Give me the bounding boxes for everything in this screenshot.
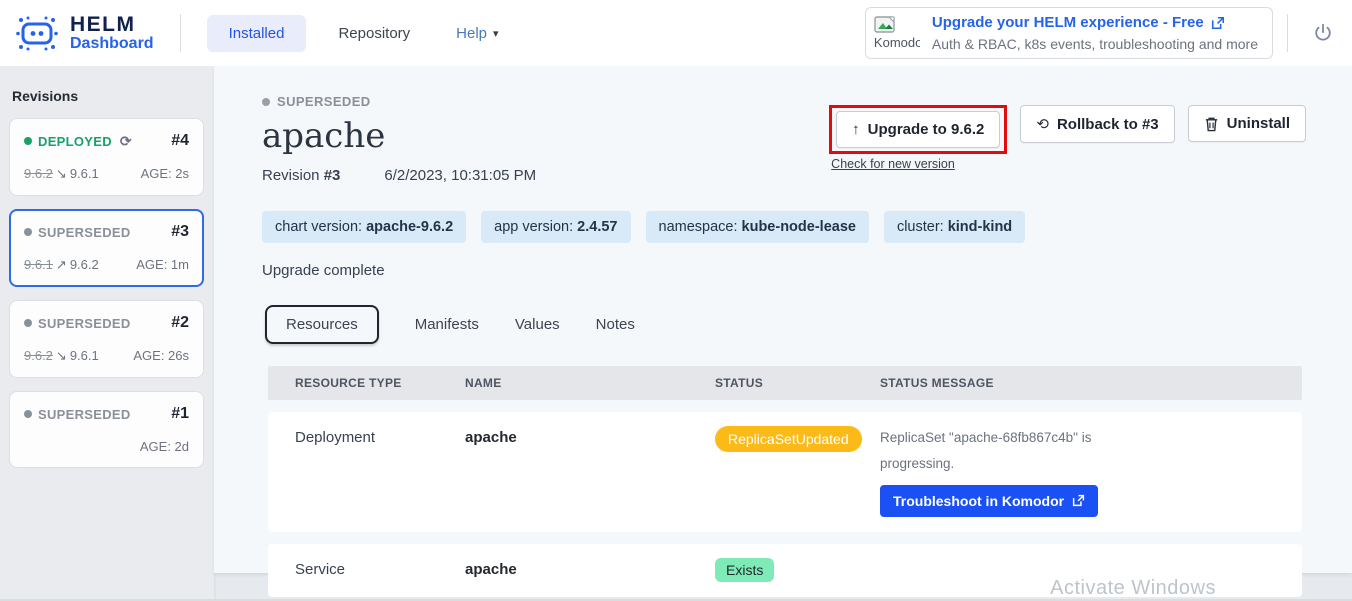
col-header-name: NAME <box>465 376 715 390</box>
trend-down-icon: ↘ <box>56 348 67 363</box>
upgrade-arrow-icon: ↑ <box>852 121 860 138</box>
troubleshoot-komodor-button[interactable]: Troubleshoot in Komodor <box>880 485 1098 517</box>
revision-versions: 9.6.2↘9.6.1 <box>24 166 99 182</box>
revision-number: #4 <box>171 132 189 150</box>
upgrade-highlight-annotation: ↑ Upgrade to 9.6.2 <box>829 105 1007 154</box>
main-nav: Installed Repository Help ▾ <box>207 15 513 52</box>
revision-number: #1 <box>171 405 189 423</box>
top-navigation-bar: HELM Dashboard Installed Repository Help… <box>0 0 1352 66</box>
revision-age: AGE: 1m <box>136 257 189 273</box>
revisions-heading: Revisions <box>12 88 204 104</box>
revision-versions: 9.6.1↗9.6.2 <box>24 257 99 273</box>
release-detail-panel: SUPERSEDED apache Revision #3 6/2/2023, … <box>214 66 1352 573</box>
table-header-row: RESOURCE TYPE NAME STATUS STATUS MESSAGE <box>268 366 1302 400</box>
detail-tabs: Resources Manifests Values Notes <box>265 305 1306 344</box>
revision-status: SUPERSEDED <box>24 316 131 331</box>
upgrade-button[interactable]: ↑ Upgrade to 9.6.2 <box>836 111 1000 148</box>
status-badge: ReplicaSetUpdated <box>715 426 862 452</box>
revision-status: SUPERSEDED <box>24 407 131 422</box>
nav-tab-repository[interactable]: Repository <box>316 15 432 52</box>
helm-logo-icon <box>14 13 60 53</box>
check-new-version-link[interactable]: Check for new version <box>831 157 1007 171</box>
tab-resources[interactable]: Resources <box>265 305 379 344</box>
refresh-icon: ⟳ <box>120 133 132 150</box>
activate-windows-watermark: Activate Windows <box>1050 577 1216 600</box>
trash-icon <box>1204 116 1219 132</box>
revision-number: #2 <box>171 314 189 332</box>
status-dot-icon <box>24 228 32 236</box>
table-row-deployment: Deployment apache ReplicaSetUpdated Repl… <box>268 412 1302 532</box>
komodor-promo-banner[interactable]: Komodor Upgrade your HELM experience - F… <box>865 7 1273 59</box>
revision-number: #3 <box>171 223 189 241</box>
tab-manifests[interactable]: Manifests <box>415 316 479 333</box>
revision-versions: 9.6.2↘9.6.1 <box>24 348 99 364</box>
trend-down-icon: ↘ <box>56 166 67 181</box>
release-description: Upgrade complete <box>262 262 1306 279</box>
rollback-button[interactable]: ⟲ Rollback to #3 <box>1020 105 1174 143</box>
chevron-down-icon: ▾ <box>493 27 499 40</box>
banner-subtitle: Auth & RBAC, k8s events, troubleshooting… <box>932 34 1258 54</box>
trend-up-icon: ↗ <box>56 257 67 272</box>
resource-type-cell: Service <box>295 561 465 578</box>
power-icon <box>1312 22 1334 44</box>
nav-tab-installed[interactable]: Installed <box>207 15 307 52</box>
release-meta-badges: chart version: apache-9.6.2 app version:… <box>262 211 1306 243</box>
header-divider <box>180 14 181 52</box>
status-message-line2: progressing. <box>880 451 1302 477</box>
cluster-badge: cluster: kind-kind <box>884 211 1025 243</box>
komodor-alt-text: Komodor <box>874 35 920 51</box>
resource-type-cell: Deployment <box>295 429 465 446</box>
col-header-status: STATUS <box>715 376 880 390</box>
revision-date: 6/2/2023, 10:31:05 PM <box>384 167 536 184</box>
status-message-line1: ReplicaSet "apache-68fb867c4b" is <box>880 425 1302 451</box>
status-dot-icon <box>24 410 32 418</box>
resource-message-cell: ReplicaSet "apache-68fb867c4b" is progre… <box>880 429 1302 517</box>
resources-table: RESOURCE TYPE NAME STATUS STATUS MESSAGE… <box>268 366 1302 597</box>
external-link-icon <box>1072 494 1085 507</box>
revision-age: AGE: 26s <box>133 348 189 364</box>
col-header-status-message: STATUS MESSAGE <box>880 376 1302 390</box>
header-divider-2 <box>1287 14 1288 52</box>
tab-notes[interactable]: Notes <box>596 316 635 333</box>
resource-name-cell: apache <box>465 561 715 578</box>
logo-title: HELM <box>70 14 154 36</box>
status-dot-icon <box>262 98 270 106</box>
rollback-icon: ⟲ <box>1036 115 1049 133</box>
help-label: Help <box>456 25 487 42</box>
revision-age: AGE: 2s <box>141 166 189 182</box>
revision-card-4[interactable]: DEPLOYED ⟳ #4 9.6.2↘9.6.1 AGE: 2s <box>9 118 204 196</box>
namespace-badge: namespace: kube-node-lease <box>646 211 869 243</box>
helm-dashboard-logo[interactable]: HELM Dashboard <box>14 13 154 53</box>
status-dot-icon <box>24 137 32 145</box>
uninstall-button[interactable]: Uninstall <box>1188 105 1306 142</box>
revision-status: SUPERSEDED <box>24 225 131 240</box>
power-shutdown-button[interactable] <box>1312 22 1334 44</box>
revisions-sidebar: Revisions DEPLOYED ⟳ #4 9.6.2↘9.6.1 AGE:… <box>0 66 214 601</box>
resource-status-cell: ReplicaSetUpdated <box>715 429 880 452</box>
app-version-badge: app version: 2.4.57 <box>481 211 630 243</box>
revision-age: AGE: 2d <box>140 439 189 454</box>
revision-card-1[interactable]: SUPERSEDED #1 AGE: 2d <box>9 391 204 468</box>
komodor-broken-image: Komodor <box>874 16 920 51</box>
release-actions: ↑ Upgrade to 9.6.2 Check for new version… <box>829 105 1306 171</box>
revision-status: DEPLOYED ⟳ <box>24 133 132 150</box>
broken-image-icon <box>874 16 896 35</box>
col-header-resource-type: RESOURCE TYPE <box>295 376 465 390</box>
logo-subtitle: Dashboard <box>70 36 154 53</box>
chart-version-badge: chart version: apache-9.6.2 <box>262 211 466 243</box>
banner-title[interactable]: Upgrade your HELM experience - Free <box>932 12 1204 34</box>
external-link-icon <box>1211 16 1225 30</box>
resource-status-cell: Exists <box>715 561 880 582</box>
revision-card-2[interactable]: SUPERSEDED #2 9.6.2↘9.6.1 AGE: 26s <box>9 300 204 378</box>
resource-name-cell: apache <box>465 429 715 446</box>
tab-values[interactable]: Values <box>515 316 560 333</box>
status-dot-icon <box>24 319 32 327</box>
nav-help-dropdown[interactable]: Help ▾ <box>442 15 512 52</box>
revision-card-3-selected[interactable]: SUPERSEDED #3 9.6.1↗9.6.2 AGE: 1m <box>9 209 204 287</box>
status-badge: Exists <box>715 558 774 582</box>
